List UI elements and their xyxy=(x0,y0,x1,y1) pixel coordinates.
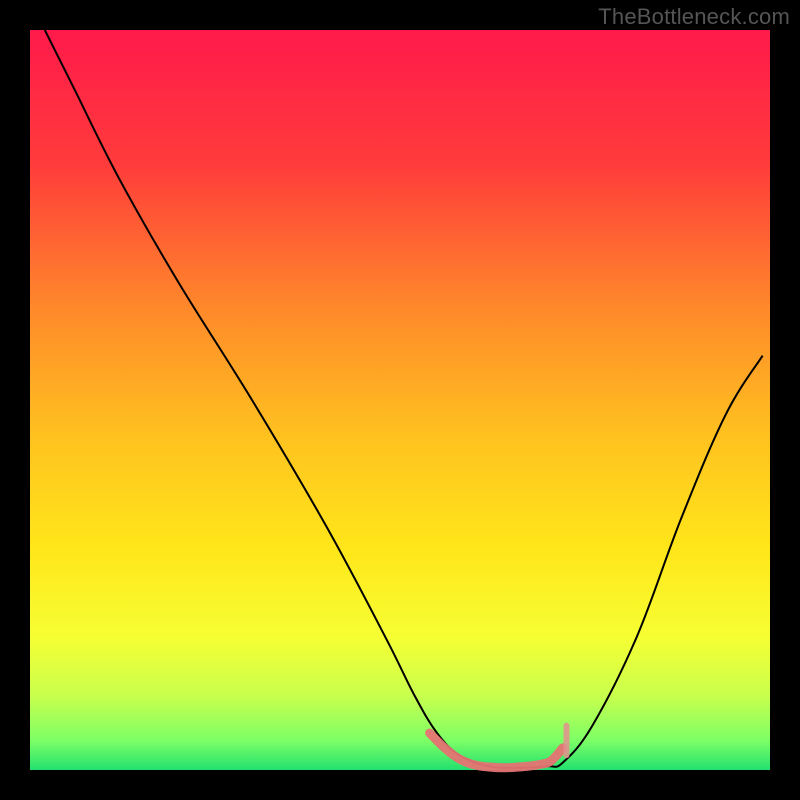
chart-frame: TheBottleneck.com xyxy=(0,0,800,800)
watermark-text: TheBottleneck.com xyxy=(598,4,790,30)
plot-background xyxy=(30,30,770,770)
chart-canvas xyxy=(0,0,800,800)
